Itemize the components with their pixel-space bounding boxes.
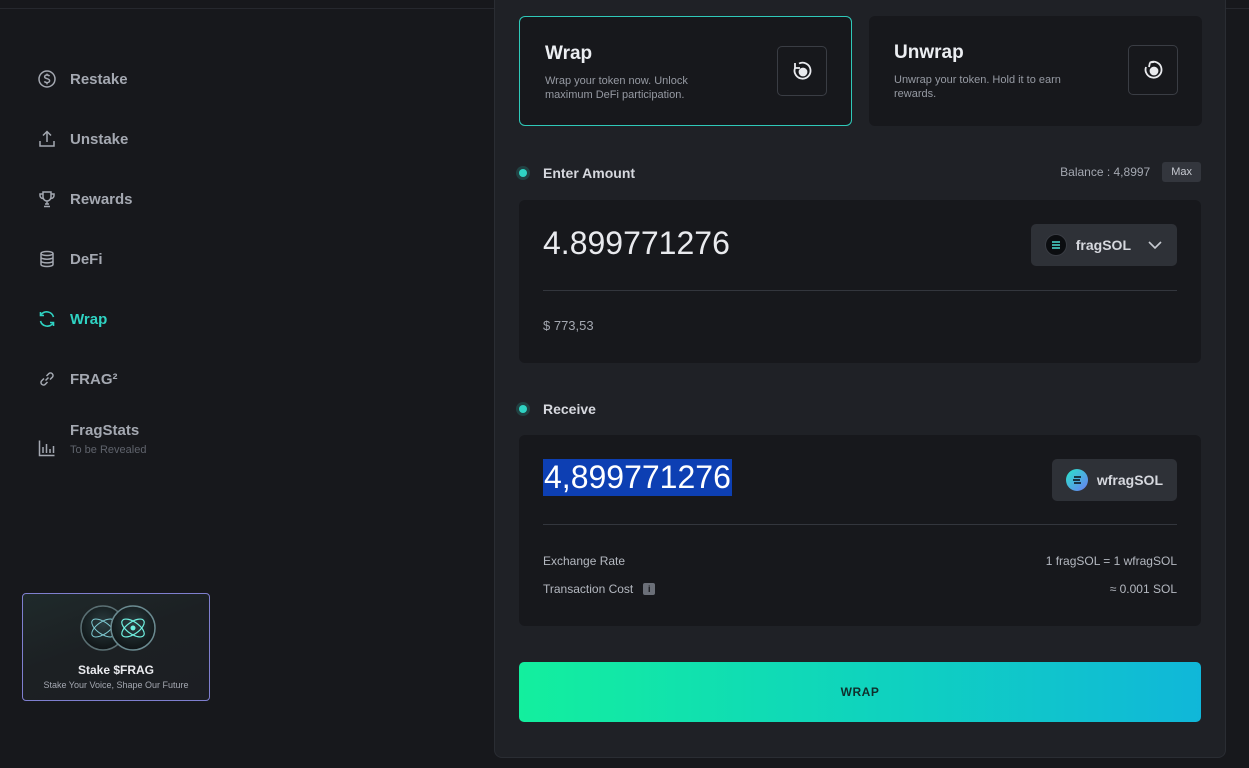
link-icon (36, 368, 58, 390)
status-dot (519, 169, 527, 177)
wrap-mode-card[interactable]: Wrap Wrap your token now. Unlock maximum… (519, 16, 852, 126)
wfragsol-logo-icon (1065, 469, 1088, 491)
sidebar-item-label: Restake (70, 70, 128, 88)
wrap-button[interactable]: WRAP (519, 662, 1201, 722)
wrap-mode-icon (777, 46, 827, 96)
transaction-cost-row: Transaction Cost i (543, 582, 656, 596)
exchange-rate-label: Exchange Rate (543, 554, 626, 568)
sidebar-item-label: DeFi (70, 250, 103, 268)
stake-frag-promo[interactable]: Stake $FRAG Stake Your Voice, Shape Our … (22, 593, 210, 701)
sidebar-item-frag2[interactable]: FRAG² (36, 367, 118, 391)
fragsol-logo-icon (1044, 234, 1067, 256)
enter-amount-box: 4.899771276 fragSOL $ 773,53 (519, 200, 1201, 363)
max-button[interactable]: Max (1162, 162, 1201, 182)
sidebar-item-defi[interactable]: DeFi (36, 247, 103, 271)
sidebar-item-label: FRAG² (70, 370, 118, 388)
unwrap-mode-icon (1128, 45, 1178, 95)
exchange-rate-value: 1 fragSOL = 1 wfragSOL (1045, 554, 1177, 568)
receive-amount[interactable]: 4,899771276 (543, 459, 732, 496)
bar-chart-icon (36, 437, 58, 459)
sidebar-item-rewards[interactable]: Rewards (36, 187, 133, 211)
wrap-mode-description: Wrap your token now. Unlock maximum DeFi… (545, 75, 688, 101)
token-wfragsol: wfragSOL (1051, 459, 1177, 501)
token-select-fragsol[interactable]: fragSOL (1030, 224, 1177, 266)
receive-label: Receive (519, 401, 596, 417)
database-icon (36, 248, 58, 270)
promo-title: Stake $FRAG (77, 663, 155, 677)
sidebar: Restake Unstake Rewards DeFi Wrap FRAG² (0, 0, 300, 768)
unwrap-mode-description: Unwrap your token. Hold it to earn rewar… (894, 74, 1061, 100)
token-name: wfragSOL (1096, 472, 1163, 488)
balance-text: Balance : 4,8997 (1060, 165, 1151, 179)
info-icon[interactable]: i (643, 583, 656, 595)
sidebar-item-label: Rewards (70, 190, 133, 208)
transaction-cost-label: Transaction Cost (543, 582, 634, 596)
wrap-button-label: WRAP (840, 685, 880, 699)
sidebar-item-fragstats[interactable]: FragStats (36, 418, 140, 457)
trophy-icon (36, 188, 58, 210)
fragstats-subtitle: To be Revealed (70, 444, 147, 456)
receive-divider (543, 524, 1177, 525)
transaction-cost-value: ≈ 0.001 SOL (1109, 582, 1177, 596)
sidebar-item-label: Wrap (70, 310, 108, 328)
usd-value: $ 773,53 (543, 318, 594, 333)
sidebar-item-restake[interactable]: Restake (36, 67, 128, 91)
sidebar-item-wrap[interactable]: Wrap (36, 307, 107, 331)
refresh-icon (36, 308, 58, 330)
balance-row: Balance : 4,8997 Max (1060, 162, 1201, 182)
frag-coins-icon (80, 605, 156, 651)
amount-divider (543, 290, 1177, 291)
dollar-circle-icon (36, 68, 58, 90)
receive-text: Receive (543, 401, 596, 417)
sidebar-item-label: FragStats (70, 421, 140, 439)
status-dot (519, 405, 527, 413)
unwrap-mode-title: Unwrap (894, 42, 964, 63)
amount-input[interactable]: 4.899771276 (543, 225, 730, 262)
wrap-panel: Wrap Wrap your token now. Unlock maximum… (494, 0, 1226, 758)
sidebar-item-unstake[interactable]: Unstake (36, 127, 128, 151)
promo-subtitle: Stake Your Voice, Shape Our Future (43, 680, 189, 690)
sidebar-item-label: Unstake (70, 130, 129, 148)
receive-box: 4,899771276 wfragSOL Exchange Rate 1 fra… (519, 435, 1201, 626)
token-name: fragSOL (1075, 237, 1131, 253)
wrap-mode-title: Wrap (545, 43, 593, 64)
upload-icon (36, 128, 58, 150)
chevron-down-icon (1148, 241, 1162, 250)
enter-amount-text: Enter Amount (543, 165, 636, 181)
unwrap-mode-card[interactable]: Unwrap Unwrap your token. Hold it to ear… (869, 16, 1202, 126)
enter-amount-label: Enter Amount (519, 165, 635, 181)
